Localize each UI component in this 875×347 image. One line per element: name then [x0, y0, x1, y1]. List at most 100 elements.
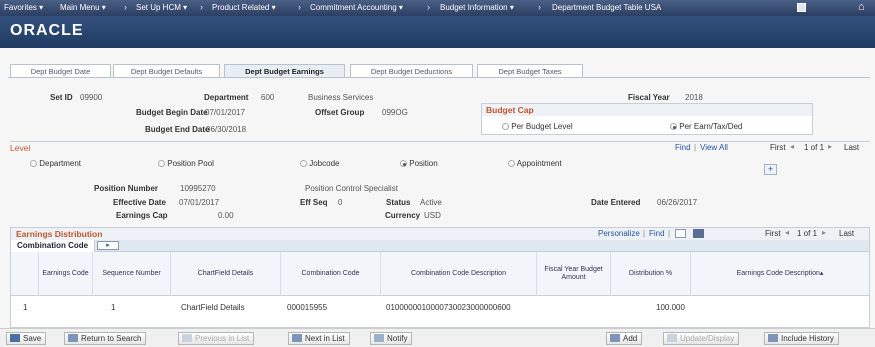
- per-budget-level-option[interactable]: Per Budget Level: [502, 122, 573, 131]
- sequence-number-cell: 1: [111, 303, 116, 312]
- grid-tab-strip: Combination Code ▸: [11, 240, 869, 252]
- previous-list-icon: [182, 334, 192, 342]
- budget-cap-title: Budget Cap: [482, 104, 812, 116]
- breadcrumb-chevron-icon: ›: [538, 2, 541, 12]
- eff-seq-label: Eff Seq: [300, 198, 328, 207]
- next-in-list-button[interactable]: Next in List: [288, 332, 350, 345]
- offset-group-label: Offset Group: [315, 108, 365, 117]
- currency-value: USD: [424, 211, 441, 220]
- level-find-link[interactable]: Find: [675, 143, 691, 152]
- fiscal-year-value: 2018: [685, 93, 703, 102]
- budget-begin-date-value: 07/01/2017: [205, 108, 246, 117]
- department-radio[interactable]: [30, 160, 37, 168]
- view-grid-icon[interactable]: [675, 229, 686, 238]
- level-pagination: 1 of 1: [804, 143, 825, 152]
- download-excel-icon[interactable]: [693, 229, 704, 238]
- favorites-menu[interactable]: Favorites ▾: [4, 3, 43, 12]
- column-header-sequence-number[interactable]: Sequence Number: [93, 252, 171, 296]
- tab-dept-budget-deductions[interactable]: Dept Budget Deductions: [350, 64, 473, 78]
- breadcrumb-department-budget-table[interactable]: Department Budget Table USA: [552, 3, 661, 12]
- tab-dept-budget-defaults[interactable]: Dept Budget Defaults: [113, 64, 220, 78]
- update-display-button[interactable]: Update/Display: [663, 332, 740, 345]
- position-pool-radio[interactable]: [158, 160, 165, 168]
- chartfield-details-link[interactable]: ChartField Details: [181, 303, 245, 312]
- position-radio[interactable]: [400, 160, 407, 168]
- per-earn-tax-ded-option[interactable]: Per Earn/Tax/Ded: [670, 122, 742, 131]
- level-last-link[interactable]: Last: [844, 143, 859, 152]
- home-icon[interactable]: ⌂: [858, 1, 865, 13]
- level-option-department[interactable]: Department: [30, 159, 81, 168]
- earnings-distribution-grid: Earnings Distribution Personalize | Find…: [10, 227, 870, 328]
- distribution-percent-cell[interactable]: 100.000: [656, 303, 685, 312]
- grid-pagination: 1 of 1: [797, 229, 818, 238]
- earnings-cap-value: 0.00: [218, 211, 234, 220]
- main-menu[interactable]: Main Menu ▾: [60, 3, 106, 12]
- budget-begin-date-label: Budget Begin Date: [136, 108, 208, 117]
- breadcrumb-budget-information[interactable]: Budget Information ▾: [440, 3, 514, 12]
- breadcrumb-setup-hcm[interactable]: Set Up HCM ▾: [136, 3, 187, 12]
- tab-dept-budget-date[interactable]: Dept Budget Date: [10, 64, 111, 78]
- bottom-toolbar: Save Return to Search Previous in List N…: [0, 328, 875, 347]
- jobcode-radio[interactable]: [300, 160, 307, 168]
- per-earn-tax-ded-radio[interactable]: [670, 123, 677, 131]
- column-header-combination-code[interactable]: Combination Code: [281, 252, 381, 296]
- combination-code-cell[interactable]: 000015955: [287, 303, 327, 312]
- grid-column-headers: Earnings Code Sequence Number ChartField…: [11, 252, 869, 296]
- level-first-link[interactable]: First: [770, 143, 786, 152]
- combination-code-description-cell: 0100000010000730023000000600: [386, 303, 511, 312]
- return-to-search-button[interactable]: Return to Search: [64, 332, 147, 345]
- column-header-earnings-code-description[interactable]: Earnings Code Description ▴: [691, 252, 869, 296]
- column-header-earnings-code[interactable]: Earnings Code: [39, 252, 93, 296]
- budget-cap-group: Budget Cap Per Budget Level Per Earn/Tax…: [481, 103, 813, 135]
- previous-in-list-button[interactable]: Previous in List: [178, 332, 255, 345]
- top-navigation-bar: Favorites ▾ Main Menu ▾ › Set Up HCM ▾ ›…: [0, 0, 875, 16]
- department-label: Department: [204, 93, 249, 102]
- notify-button[interactable]: Notify: [370, 332, 413, 345]
- position-number-label: Position Number: [94, 184, 159, 193]
- tab-dept-budget-taxes[interactable]: Dept Budget Taxes: [477, 64, 583, 78]
- next-arrow-icon[interactable]: ▸: [828, 142, 832, 151]
- add-button[interactable]: Add: [606, 332, 643, 345]
- budget-end-date-value: 06/30/2018: [206, 125, 247, 134]
- setid-value: 09900: [80, 93, 103, 102]
- setid-label: Set ID: [50, 93, 73, 102]
- column-header-fiscal-year-budget-amount[interactable]: Fiscal Year Budget Amount: [537, 252, 611, 296]
- previous-arrow-icon[interactable]: ◂: [785, 228, 789, 237]
- position-description: Position Control Specialist: [305, 184, 398, 193]
- save-button[interactable]: Save: [6, 332, 47, 345]
- grid-find-link[interactable]: Find: [649, 229, 665, 238]
- level-option-position[interactable]: Position: [400, 159, 438, 168]
- grid-first-link[interactable]: First: [765, 229, 781, 238]
- level-option-position-pool[interactable]: Position Pool: [158, 159, 214, 168]
- column-header-row-number: [11, 252, 39, 296]
- level-view-all-link[interactable]: View All: [700, 143, 728, 152]
- tab-combination-code[interactable]: Combination Code: [11, 240, 96, 252]
- include-history-button[interactable]: Include History: [764, 332, 839, 345]
- notify-icon: [374, 334, 384, 342]
- department-description: Business Services: [308, 93, 374, 102]
- grid-last-link[interactable]: Last: [839, 229, 854, 238]
- show-all-columns-icon[interactable]: ▸: [97, 241, 119, 250]
- column-header-combination-code-description[interactable]: Combination Code Description: [381, 252, 537, 296]
- save-icon: [10, 334, 20, 342]
- level-option-appointment[interactable]: Appointment: [508, 159, 562, 168]
- breadcrumb-product-related[interactable]: Product Related ▾: [212, 3, 276, 12]
- column-header-distribution-percent[interactable]: Distribution %: [611, 252, 691, 296]
- per-budget-level-radio[interactable]: [502, 123, 509, 131]
- add-row-plus-icon[interactable]: +: [764, 164, 777, 175]
- personalize-link[interactable]: Personalize: [598, 229, 640, 238]
- effective-date-label: Effective Date: [113, 198, 166, 207]
- previous-arrow-icon[interactable]: ◂: [790, 142, 794, 151]
- nav-bar-icon[interactable]: [797, 3, 806, 12]
- oracle-logo: ORACLE: [10, 22, 84, 39]
- level-option-jobcode[interactable]: Jobcode: [300, 159, 339, 168]
- breadcrumb-chevron-icon: ›: [200, 2, 203, 12]
- breadcrumb-commitment-accounting[interactable]: Commitment Accounting ▾: [310, 3, 403, 12]
- separator: |: [694, 143, 697, 152]
- next-arrow-icon[interactable]: ▸: [822, 228, 826, 237]
- row-number: 1: [23, 303, 28, 312]
- next-list-icon: [292, 334, 302, 342]
- tab-divider: [8, 77, 870, 78]
- tab-dept-budget-earnings[interactable]: Dept Budget Earnings: [224, 64, 345, 78]
- appointment-radio[interactable]: [508, 160, 515, 168]
